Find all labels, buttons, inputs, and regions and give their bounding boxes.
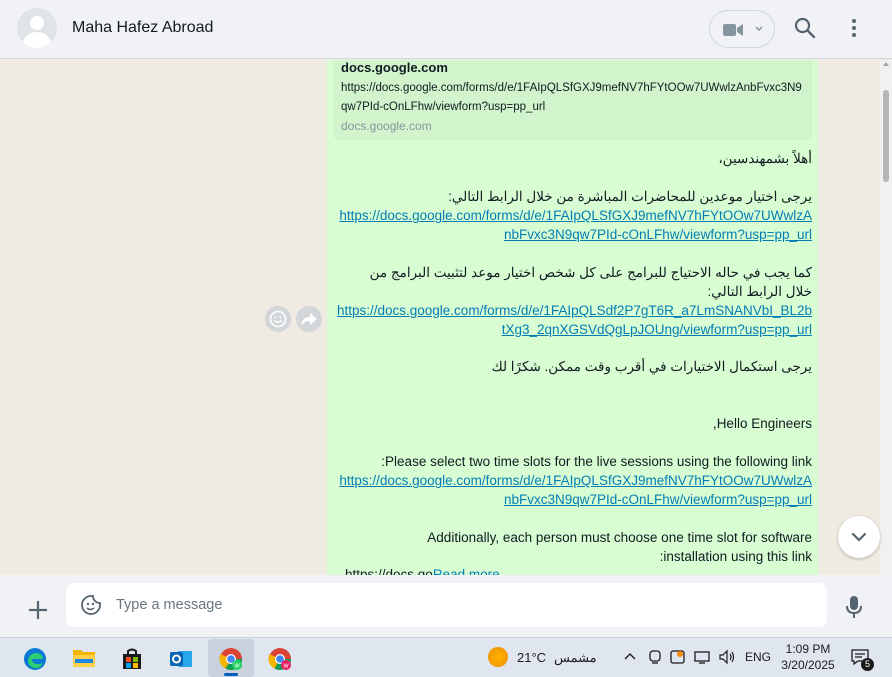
video-call-button[interactable] [709,10,775,48]
en-line-1: Please select two time slots for the liv… [381,454,812,469]
en-greeting: Hello Engineers, [712,416,812,431]
link-preview[interactable]: docs.google.com https://docs.google.com/… [333,60,812,140]
microphone-icon[interactable] [845,595,863,619]
taskbar-edge[interactable] [12,639,58,677]
windows-taskbar: w w 21°C مشمس ENG 1:09 PM 3/20/2025 5 [0,637,892,677]
ar-closing: يرجى استكمال الاختيارات في أقرب وقت ممكن… [491,359,812,374]
chat-header: Maha Hafez Abroad [0,0,892,59]
video-call-icon [723,24,743,36]
ar-line-2: كما يجب في حاله الاحتياج للبرامج على كل … [369,265,812,299]
chrome-whatsapp-icon-2: w [268,648,291,670]
message-input-container[interactable] [66,583,827,627]
notification-badge: 5 [861,658,874,671]
react-button[interactable] [265,306,291,332]
chevron-down-icon [755,26,763,32]
truncated-link-text: https://docs.go [345,567,433,575]
file-explorer-icon [73,650,95,667]
edge-icon [24,648,46,670]
taskbar-chrome-whatsapp[interactable]: w [208,639,254,677]
sun-icon[interactable] [488,647,508,667]
message-input[interactable] [116,593,806,617]
taskbar-store[interactable] [109,639,155,677]
truncated-text: https://docs.goRead more [345,565,545,575]
read-more-link[interactable]: Read more [433,567,500,575]
clock-date: 3/20/2025 [781,658,835,672]
svg-text:w: w [283,663,290,670]
search-icon[interactable] [794,17,816,39]
contact-avatar[interactable] [17,8,57,48]
ar-line-1: يرجى اختيار موعدين للمحاضرات المباشرة من… [448,189,812,204]
link-preview-url: https://docs.google.com/forms/d/e/1FAIpQ… [341,82,802,113]
link-2[interactable]: https://docs.google.com/forms/d/e/1FAIpQ… [336,301,812,339]
volume-icon[interactable] [718,649,736,665]
en-line-2: Additionally, each person must choose on… [427,530,812,564]
svg-text:w: w [234,663,241,670]
link-preview-domain: docs.google.com [341,119,432,133]
sticker-icon[interactable] [80,594,102,616]
outlook-icon [170,651,192,667]
meet-now-icon[interactable] [648,649,662,665]
ar-greeting: أهلاً بشمهندسين، [718,151,812,166]
network-icon[interactable] [694,649,710,665]
update-icon[interactable] [670,649,686,665]
scroll-to-bottom-button[interactable] [838,516,880,558]
chevron-up-icon[interactable] [624,651,636,661]
scrollbar-thumb[interactable] [883,90,889,182]
chevron-down-icon [851,532,867,542]
menu-icon[interactable] [850,17,858,39]
taskbar-outlook[interactable] [158,639,204,677]
forward-icon [301,313,317,326]
weather-temperature[interactable]: 21°C [517,650,546,665]
forward-button[interactable] [296,306,322,332]
emoji-icon [269,310,287,328]
store-icon [123,648,141,669]
link-3[interactable]: https://docs.google.com/forms/d/e/1FAIpQ… [336,471,812,509]
link-preview-title: docs.google.com [341,60,448,75]
composer-bar [0,575,892,637]
taskbar-clock[interactable]: 1:09 PM 3/20/2025 [779,641,837,673]
language-indicator[interactable]: ENG [745,650,771,664]
weather-condition[interactable]: مشمس [554,650,597,666]
chrome-whatsapp-icon: w [219,648,242,670]
taskbar-chrome-whatsapp-2[interactable]: w [257,639,303,677]
link-1[interactable]: https://docs.google.com/forms/d/e/1FAIpQ… [336,206,812,244]
contact-name[interactable]: Maha Hafez Abroad [72,19,213,37]
taskbar-file-explorer[interactable] [61,639,107,677]
clock-time: 1:09 PM [785,642,831,656]
chat-scrollbar[interactable] [880,60,892,575]
attach-icon[interactable] [28,600,48,620]
